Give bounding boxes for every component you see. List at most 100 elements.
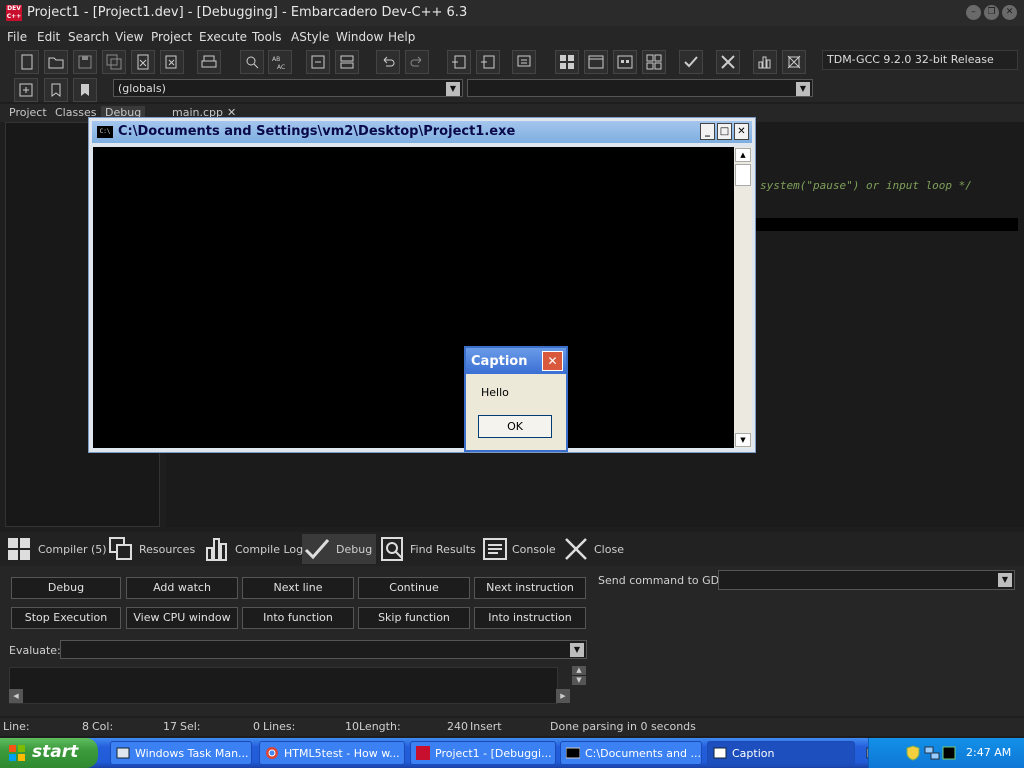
save-icon[interactable]: [73, 50, 97, 74]
undo-icon[interactable]: [376, 50, 400, 74]
close-icon: [565, 538, 587, 560]
console-minimize-button[interactable]: _: [700, 123, 715, 140]
tab-find-results[interactable]: Find Results: [378, 534, 478, 564]
into-instruction-button[interactable]: Into instruction: [474, 607, 586, 629]
next-instruction-button[interactable]: Next instruction: [474, 577, 586, 599]
minimize-button[interactable]: –: [966, 5, 981, 20]
checkmark-icon: [304, 539, 330, 560]
compiler-select[interactable]: TDM-GCC 9.2.0 32-bit Release: [822, 50, 1018, 70]
ok-button[interactable]: OK: [478, 415, 552, 438]
new-file-icon[interactable]: [15, 50, 39, 74]
open-folder-icon[interactable]: [44, 50, 68, 74]
tab-close[interactable]: Close: [561, 534, 629, 564]
menu-astyle[interactable]: AStyle: [291, 30, 329, 44]
project-options-icon[interactable]: [512, 50, 536, 74]
menu-search[interactable]: Search: [68, 30, 109, 44]
add-watch-button[interactable]: Add watch: [126, 577, 238, 599]
task-task-manager[interactable]: Windows Task Man...: [110, 741, 252, 765]
dialog-message: Hello: [481, 386, 509, 399]
app-tray-icon[interactable]: [942, 745, 956, 761]
tab-find-results-label: Find Results: [410, 543, 476, 556]
next-line-button[interactable]: Next line: [242, 577, 354, 599]
tab-resources[interactable]: Resources: [106, 534, 202, 564]
syntax-check-icon[interactable]: [679, 50, 703, 74]
menu-execute[interactable]: Execute: [199, 30, 247, 44]
status-line-value: 8: [82, 720, 89, 733]
menu-view[interactable]: View: [115, 30, 143, 44]
insert-icon[interactable]: [14, 78, 38, 102]
start-label: start: [32, 742, 79, 762]
scope-select[interactable]: (globals) ▼: [113, 79, 463, 97]
tab-console-label: Console: [512, 543, 556, 556]
view-cpu-window-button[interactable]: View CPU window: [126, 607, 238, 629]
print-icon[interactable]: [197, 50, 221, 74]
console-scrollbar[interactable]: ▲ ▼: [734, 147, 752, 448]
skip-function-button[interactable]: Skip function: [358, 607, 470, 629]
rebuild-all-icon[interactable]: [642, 50, 666, 74]
tab-close-label: Close: [594, 543, 624, 556]
goto-line-icon[interactable]: [306, 50, 330, 74]
menu-edit[interactable]: Edit: [37, 30, 60, 44]
task-caption-active[interactable]: Caption: [707, 741, 855, 765]
task-console[interactable]: C:\Documents and ...: [560, 741, 702, 765]
new-project-icon[interactable]: [447, 50, 471, 74]
scope-select-value: (globals): [118, 82, 166, 95]
scroll-down-icon[interactable]: ▼: [735, 433, 751, 447]
scroll-down-icon[interactable]: ▼: [572, 676, 586, 685]
scroll-right-icon[interactable]: ▶: [556, 689, 570, 703]
task-html5test[interactable]: HTML5test - How w...: [259, 741, 405, 765]
console-close-button[interactable]: ✕: [734, 123, 749, 140]
stop-execution-icon[interactable]: [716, 50, 740, 74]
toggle-bookmark-icon[interactable]: [335, 50, 359, 74]
remove-from-project-icon[interactable]: [476, 50, 500, 74]
goto-bookmark-icon[interactable]: [73, 78, 97, 102]
tab-debug[interactable]: Debug: [302, 534, 376, 564]
menu-project[interactable]: Project: [151, 30, 192, 44]
scroll-up-icon[interactable]: ▲: [572, 666, 586, 675]
menu-file[interactable]: File: [7, 30, 27, 44]
compile-icon[interactable]: [555, 50, 579, 74]
menu-tools[interactable]: Tools: [252, 30, 282, 44]
console-maximize-button[interactable]: □: [717, 123, 732, 140]
scroll-left-icon[interactable]: ◀: [9, 689, 23, 703]
menu-window[interactable]: Window: [336, 30, 383, 44]
tab-compiler-label: Compiler (5): [38, 543, 107, 556]
window-title: Project1 - [Project1.dev] - [Debugging] …: [27, 5, 468, 20]
security-shield-icon[interactable]: [906, 745, 920, 761]
into-function-button[interactable]: Into function: [242, 607, 354, 629]
delete-profile-icon[interactable]: [782, 50, 806, 74]
function-select[interactable]: ▼: [467, 79, 813, 97]
tab-project[interactable]: Project: [9, 106, 47, 119]
dialog-close-button[interactable]: ✕: [542, 351, 563, 371]
save-all-icon[interactable]: [102, 50, 126, 74]
chevron-down-icon: ▼: [446, 82, 460, 96]
evaluate-input[interactable]: ▼: [60, 640, 587, 659]
run-icon[interactable]: [584, 50, 608, 74]
tab-console[interactable]: Console: [480, 534, 558, 564]
profile-icon[interactable]: [753, 50, 777, 74]
bookmark-icon[interactable]: [44, 78, 68, 102]
scroll-up-icon[interactable]: ▲: [735, 148, 751, 162]
tab-compile-log[interactable]: Compile Log: [203, 534, 303, 564]
close-file-icon[interactable]: [131, 50, 155, 74]
task-devcpp[interactable]: Project1 - [Debuggi...: [410, 741, 556, 765]
windows-logo-icon: [9, 745, 25, 761]
current-line-highlight: [755, 218, 1018, 231]
redo-icon[interactable]: [405, 50, 429, 74]
find-icon[interactable]: [240, 50, 264, 74]
compile-run-icon[interactable]: [613, 50, 637, 74]
continue-button[interactable]: Continue: [358, 577, 470, 599]
close-window-button[interactable]: ✕: [1002, 5, 1017, 20]
network-icon[interactable]: [924, 745, 940, 761]
gdb-command-input[interactable]: ▼: [718, 570, 1015, 590]
close-all-icon[interactable]: [160, 50, 184, 74]
replace-icon[interactable]: AB AC: [268, 50, 292, 74]
compiler-grid-icon: [8, 538, 30, 560]
console-output[interactable]: [93, 147, 734, 448]
menu-help[interactable]: Help: [388, 30, 415, 44]
stop-execution-button[interactable]: Stop Execution: [11, 607, 121, 629]
tab-compiler[interactable]: Compiler (5): [4, 534, 107, 564]
restore-button[interactable]: ❐: [984, 5, 999, 20]
debug-button[interactable]: Debug: [11, 577, 121, 599]
scroll-thumb[interactable]: [735, 164, 751, 186]
